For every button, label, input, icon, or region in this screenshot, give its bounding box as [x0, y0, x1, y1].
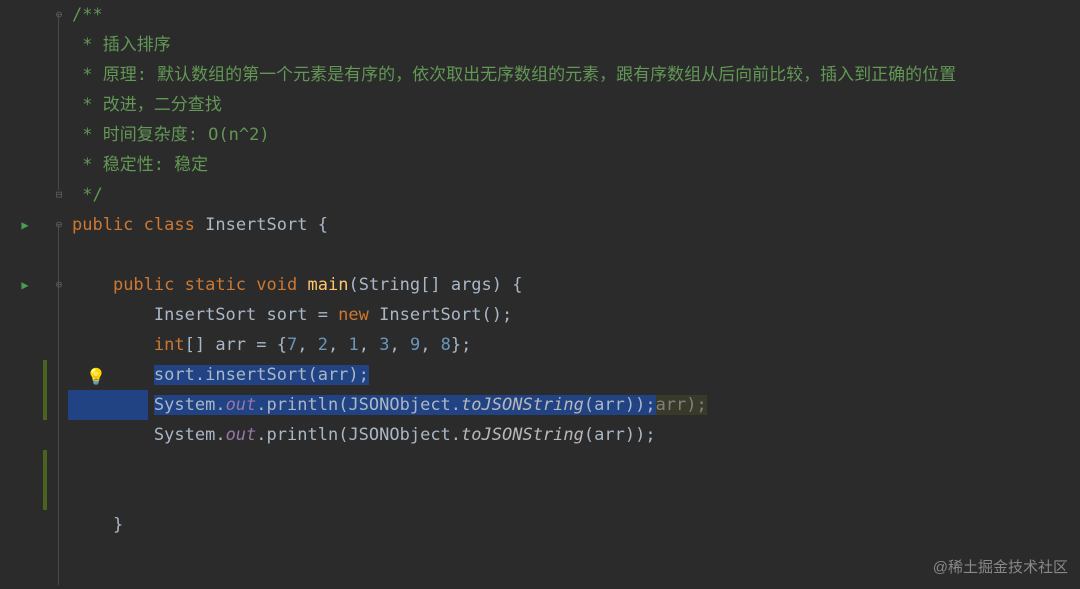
number-literal: 1: [348, 335, 358, 355]
comment-text: * 原理: 默认数组的第一个元素是有序的，依次取出无序数组的元素，跟有序数组从后…: [72, 65, 956, 85]
play-icon: ▶: [21, 270, 28, 300]
class-ref: JSONObject: [348, 425, 450, 445]
code-line: InsertSort sort = new InsertSort();: [68, 300, 1080, 330]
fold-guide: [58, 15, 59, 190]
code-line: /**: [68, 0, 1080, 30]
arg: arr: [318, 365, 349, 385]
keyword: new: [338, 305, 369, 325]
method-name: main: [308, 275, 349, 295]
arg: arr: [594, 395, 625, 415]
comment-text: * 改进，二分查找: [72, 95, 222, 115]
code-line: * 时间复杂度: O(n^2): [68, 120, 1080, 150]
comment-text: * 时间复杂度: O(n^2): [72, 125, 270, 145]
number-literal: 7: [287, 335, 297, 355]
code-area[interactable]: 💡 /** * 插入排序 * 原理: 默认数组的第一个元素是有序的，依次取出无序…: [68, 0, 1080, 589]
run-method-gutter-icon[interactable]: ▶: [0, 270, 50, 300]
code-line: sort.insertSort(arr);: [68, 360, 1080, 390]
keyword: int: [154, 335, 185, 355]
method-call: println: [267, 395, 339, 415]
class-name: InsertSort: [205, 215, 307, 235]
local-var: sort: [267, 305, 308, 325]
vcs-change-marker: [43, 390, 47, 420]
method-call: println: [267, 425, 339, 445]
deleted-text: arr);: [656, 395, 707, 415]
fold-toggle-icon[interactable]: ⊖: [50, 270, 68, 300]
code-line: */: [68, 180, 1080, 210]
keyword: class: [144, 215, 195, 235]
class-ref: System: [154, 425, 215, 445]
comment-text: * 稳定性: 稳定: [72, 155, 208, 175]
keyword: void: [256, 275, 297, 295]
local-var: arr: [215, 335, 246, 355]
watermark-text: @稀土掘金技术社区: [933, 553, 1068, 583]
intention-bulb-icon[interactable]: 💡: [86, 362, 106, 392]
run-class-gutter-icon[interactable]: ▶: [0, 210, 50, 240]
param-type: String[]: [359, 275, 451, 295]
static-field: out: [226, 425, 257, 445]
code-line: * 稳定性: 稳定: [68, 150, 1080, 180]
keyword: static: [185, 275, 246, 295]
class-ref: JSONObject: [348, 395, 450, 415]
code-line: System.out.println(JSONObject.toJSONStri…: [68, 390, 1080, 420]
code-line: * 原理: 默认数组的第一个元素是有序的，依次取出无序数组的元素，跟有序数组从后…: [68, 60, 1080, 90]
static-field: out: [226, 395, 257, 415]
play-icon: ▶: [21, 210, 28, 240]
number-literal: 9: [410, 335, 420, 355]
code-line: int[] arr = {7, 2, 1, 3, 9, 8};: [68, 330, 1080, 360]
code-editor: ▶ ▶ ⊖ ⊟ ⊖ ⊖ 💡 /** * 插入排序 * 原理: 默认数组的第一个元…: [0, 0, 1080, 589]
code-line: }: [68, 510, 1080, 540]
fold-column: ⊖ ⊟ ⊖ ⊖: [50, 0, 68, 589]
class-ref: System: [154, 395, 215, 415]
fold-end-icon[interactable]: ⊟: [50, 180, 68, 210]
number-literal: 3: [379, 335, 389, 355]
arg: arr: [594, 425, 625, 445]
code-line: public static void main(String[] args) {: [68, 270, 1080, 300]
static-method: toJSONString: [461, 425, 584, 445]
fold-toggle-icon[interactable]: ⊖: [50, 210, 68, 240]
method-call: insertSort: [205, 365, 307, 385]
comment-text: * 插入排序: [72, 35, 171, 55]
code-line: [68, 480, 1080, 510]
code-line: * 插入排序: [68, 30, 1080, 60]
code-line: [68, 240, 1080, 270]
local-var: sort: [154, 365, 195, 385]
fold-toggle-icon[interactable]: ⊖: [50, 0, 68, 30]
code-line: [68, 540, 1080, 570]
code-line: [68, 450, 1080, 480]
editor-gutter: ▶ ▶: [0, 0, 50, 589]
code-line: * 改进，二分查找: [68, 90, 1080, 120]
keyword: public: [72, 215, 133, 235]
vcs-change-marker: [43, 360, 47, 390]
static-method: toJSONString: [461, 395, 584, 415]
keyword: public: [113, 275, 174, 295]
number-literal: 8: [441, 335, 451, 355]
ctor-call: InsertSort: [379, 305, 481, 325]
comment-text: */: [72, 185, 103, 205]
vcs-change-marker: [43, 450, 47, 510]
param-name: args: [451, 275, 492, 295]
comment-text: /**: [72, 5, 103, 25]
number-literal: 2: [318, 335, 328, 355]
code-line: public class InsertSort {: [68, 210, 1080, 240]
brackets: []: [185, 335, 216, 355]
type-ref: InsertSort: [154, 305, 256, 325]
code-line: System.out.println(JSONObject.toJSONStri…: [68, 420, 1080, 450]
